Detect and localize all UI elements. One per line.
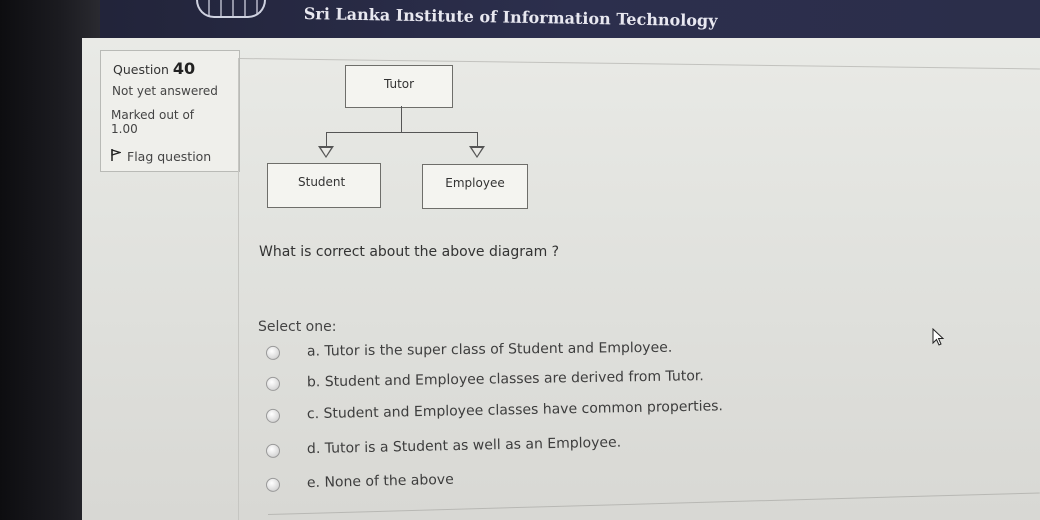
flag-icon [111,149,123,165]
diagram-box-employee: Employee [422,164,528,209]
flag-question-link[interactable]: Flag question [111,149,211,165]
class-diagram: Tutor Student Employee [260,60,540,220]
diagram-connector [326,132,478,133]
university-logo-icon[interactable] [196,0,266,18]
content-divider [238,58,239,520]
question-label: Question [113,62,169,77]
marked-out-of-value: 1.00 [111,122,138,136]
diagram-label-employee: Employee [445,176,505,190]
select-one-label: Select one: [258,319,337,335]
diagram-box-student: Student [267,163,381,208]
mouse-pointer-icon [932,328,945,346]
answer-status: Not yet answered [112,84,218,98]
question-number: 40 [172,59,196,78]
question-text: What is correct about the above diagram … [259,244,560,260]
inheritance-arrow-icon [469,146,485,158]
diagram-connector [326,132,327,146]
marks-info: Marked out of 1.00 [111,108,231,136]
marked-out-of-label: Marked out of [111,108,195,122]
diagram-label-student: Student [298,175,346,189]
answer-option-label: e. None of the above [306,471,454,492]
question-number-label: Question 40 [113,59,195,78]
inheritance-arrow-icon [318,146,334,158]
flag-question-label: Flag question [127,149,212,164]
question-info-panel: Question 40 Not yet answered Marked out … [100,50,240,172]
diagram-box-tutor: Tutor [345,65,453,108]
radio-button[interactable] [265,345,281,360]
diagram-connector [477,132,478,146]
diagram-label-tutor: Tutor [383,77,415,91]
diagram-connector [401,106,402,133]
